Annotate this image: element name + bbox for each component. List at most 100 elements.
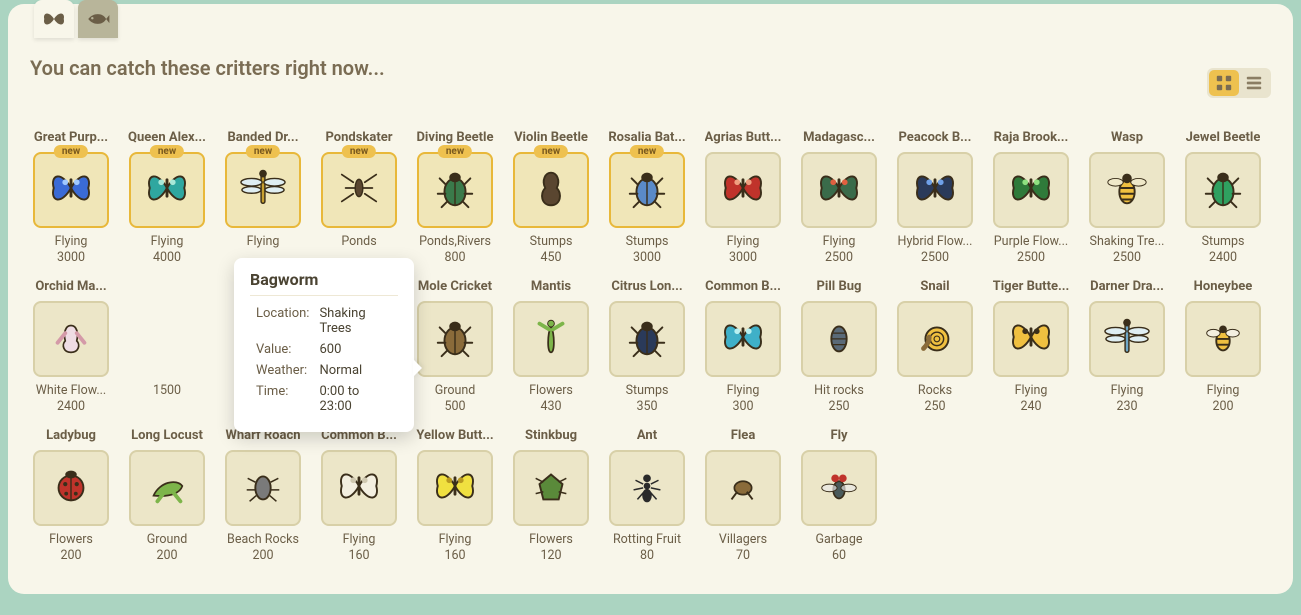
critter-value: 2500 [825,250,853,265]
locust-icon [144,463,190,513]
critter-name: Fly [830,428,847,446]
critter-card[interactable]: Rosalia Bat...newStumps3000 [606,130,688,265]
critter-card[interactable]: Peacock B...Hybrid Flow...2500 [894,130,976,265]
critter-value: 500 [444,399,465,414]
new-badge: new [246,145,280,158]
critter-name: Honeybee [1194,279,1253,297]
critter-value: 3000 [729,250,757,265]
critter-image [993,301,1069,377]
butterfly-yellow-icon [432,463,478,513]
new-badge: new [630,145,664,158]
violin-beetle-icon [528,165,574,215]
critter-card[interactable]: Common B...Flying300 [702,279,784,414]
critter-image: new [417,152,493,228]
critter-card[interactable]: Citrus Lon...Stumps350 [606,279,688,414]
critter-value: 3000 [633,250,661,265]
critter-card[interactable]: PondskaternewPonds [318,130,400,265]
critter-card[interactable]: Darner Dra...Flying230 [1086,279,1168,414]
critter-card[interactable]: FlyGarbage60 [798,428,880,563]
catch-panel: You can catch these critters right now..… [8,4,1293,594]
critter-card[interactable]: Mole CricketGround500 [414,279,496,414]
critter-card[interactable]: Jewel BeetleStumps2400 [1182,130,1264,265]
butterfly-red-icon [720,165,766,215]
critter-name: Pill Bug [817,279,862,297]
critter-location: Ponds [341,234,376,249]
critter-card[interactable]: Tiger Butte...Flying240 [990,279,1072,414]
critter-card[interactable]: Madagasc...Flying2500 [798,130,880,265]
critter-card[interactable]: StinkbugFlowers120 [510,428,592,563]
critter-location: Flowers [49,532,93,547]
critter-card[interactable]: Wharf RoachBeach Rocks200 [222,428,304,563]
critter-card[interactable]: MantisFlowers430 [510,279,592,414]
tab-strip [34,0,118,38]
critter-card[interactable]: Raja Brook...Purple Flow...2500 [990,130,1072,265]
critter-image [1089,152,1165,228]
critter-name: Orchid Ma... [35,279,106,297]
critter-location: Flying [1111,383,1144,398]
critter-image: new [33,152,109,228]
critter-card[interactable]: HoneybeeFlying200 [1182,279,1264,414]
critter-location: Ponds,Rivers [419,234,491,249]
critter-name: Yellow Butt... [416,428,493,446]
critter-image [801,450,877,526]
critter-card[interactable]: Agrias Butt...Flying3000 [702,130,784,265]
critter-card[interactable]: Common B...Flying160 [318,428,400,563]
critter-card[interactable]: Diving BeetlenewPonds,Rivers800 [414,130,496,265]
tab-bugs[interactable] [34,0,74,38]
critter-value: 3000 [57,250,85,265]
citrus-beetle-icon [624,314,670,364]
jewel-beetle-icon [1200,165,1246,215]
critter-location: Stumps [626,383,669,398]
critter-value: 2400 [57,399,85,414]
critter-image [993,152,1069,228]
critter-name: Mantis [531,279,571,297]
critter-value: 2500 [1113,250,1141,265]
critter-value: 70 [736,548,750,563]
critter-card[interactable]: Queen Alex...newFlying4000 [126,130,208,265]
critter-value: 80 [640,548,654,563]
fish-icon [85,8,111,30]
critter-card[interactable]: FleaVillagers70 [702,428,784,563]
critter-card[interactable]: Banded Dr...newFlying [222,130,304,265]
mantis-icon [528,314,574,364]
critter-value: 160 [444,548,465,563]
critter-card[interactable]: Orchid Ma...White Flow...2400 [30,279,112,414]
ladybug-icon [48,463,94,513]
critter-card[interactable]: Pill BugHit rocks250 [798,279,880,414]
critter-value: 200 [60,548,81,563]
critter-card[interactable]: 1500 [126,279,208,414]
critter-location: Hybrid Flow... [898,234,973,249]
list-icon [1245,74,1263,92]
critter-card[interactable]: Yellow Butt...Flying160 [414,428,496,563]
critter-image [609,301,685,377]
critter-location: Flying [151,234,184,249]
new-badge: new [438,145,472,158]
critter-location: Garbage [815,532,862,547]
diving-beetle-icon [432,165,478,215]
orchid-mantis-icon [48,314,94,364]
critter-card[interactable]: WaspShaking Tre...2500 [1086,130,1168,265]
butterfly-bluebottle-icon [720,314,766,364]
critter-name: Flea [731,428,756,446]
critter-image [513,301,589,377]
critter-value: 2400 [1209,250,1237,265]
critter-card[interactable]: AntRotting Fruit80 [606,428,688,563]
critter-location: Ground [435,383,476,398]
critter-card[interactable]: Violin BeetlenewStumps450 [510,130,592,265]
critter-card[interactable]: Long LocustGround200 [126,428,208,563]
critter-image [705,152,781,228]
critter-card[interactable]: LadybugFlowers200 [30,428,112,563]
critter-card[interactable]: Great Purp...newFlying3000 [30,130,112,265]
critter-card[interactable]: SnailRocks250 [894,279,976,414]
critter-image: new [513,152,589,228]
snail-icon [912,314,958,364]
tab-fish[interactable] [78,0,118,38]
critter-location: Purple Flow... [994,234,1068,249]
view-grid-button[interactable] [1209,70,1239,96]
critter-image [1185,152,1261,228]
grid-icon [1215,74,1233,92]
butterfly-peacock-icon [912,165,958,215]
mole-cricket-icon [432,314,478,364]
view-list-button[interactable] [1239,70,1269,96]
critter-name: Agrias Butt... [705,130,782,148]
